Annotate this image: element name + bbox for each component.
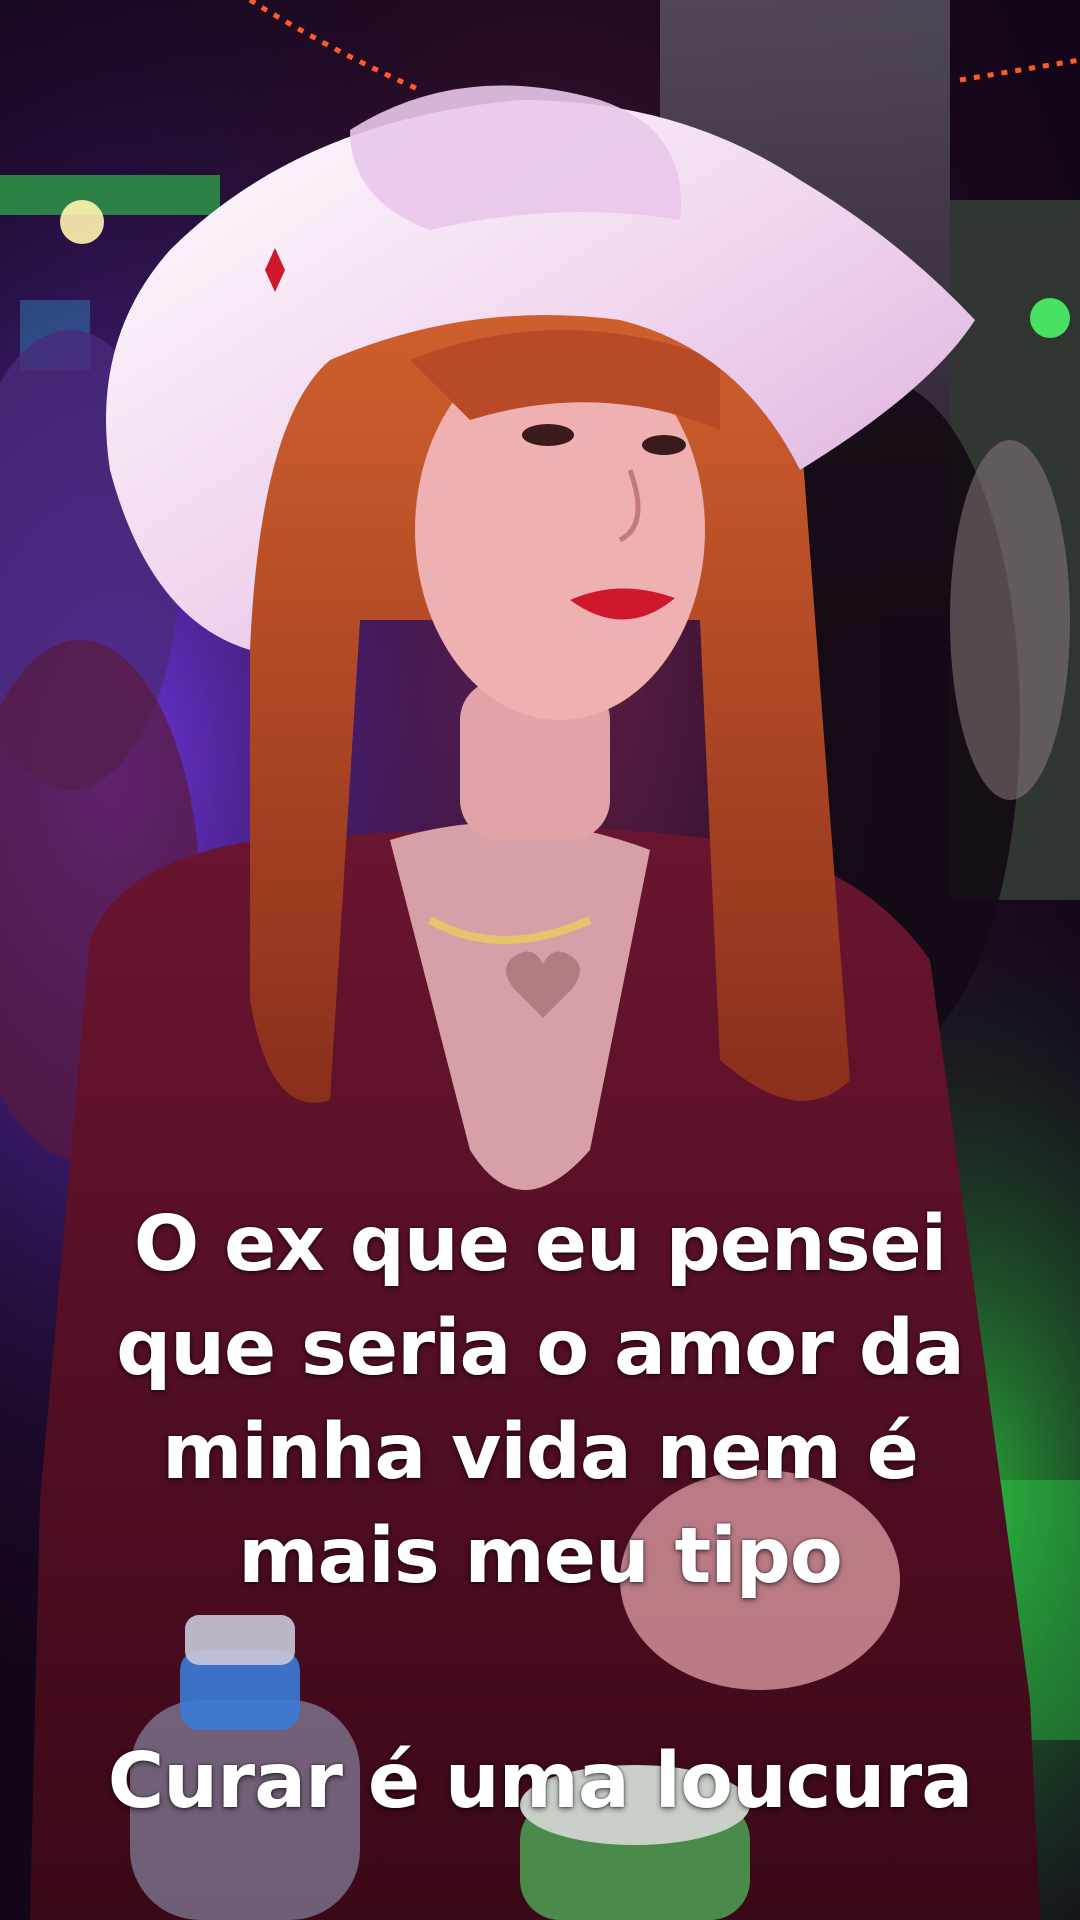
caption-line-4: mais meu tipo: [238, 1512, 843, 1601]
caption-main: O ex que eu pensei que seria o amor da m…: [40, 1193, 1040, 1609]
caption-line-1: O ex que eu pensei: [133, 1200, 947, 1289]
background-photo: [0, 0, 1080, 1920]
caption-punchline-text: Curar é uma loucura: [107, 1737, 973, 1826]
caption-punchline: Curar é uma loucura: [40, 1730, 1040, 1834]
caption-line-3: minha vida nem é: [162, 1408, 919, 1497]
caption-line-2: que seria o amor da: [116, 1304, 965, 1393]
